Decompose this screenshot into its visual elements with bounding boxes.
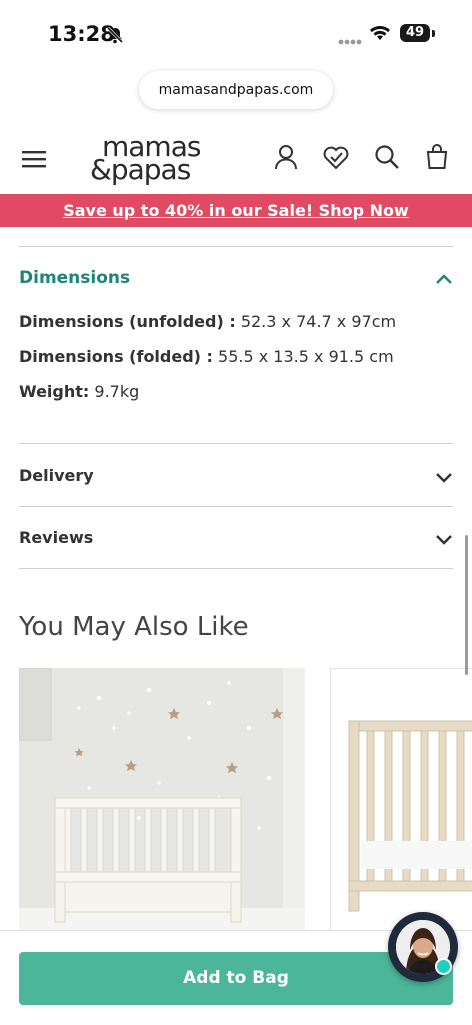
recommendations-heading: You May Also Like xyxy=(19,612,249,642)
product-card-image[interactable] xyxy=(330,668,472,932)
brand-logo[interactable]: mamas &papas xyxy=(90,133,214,186)
spec-value: 52.3 x 74.7 x 97cm xyxy=(235,312,397,331)
add-to-bag-button[interactable]: Add to Bag xyxy=(19,952,453,1005)
spec-value: 9.7kg xyxy=(89,382,140,401)
delivery-accordion[interactable]: Delivery xyxy=(19,466,94,485)
site-header: mamas &papas xyxy=(0,125,472,193)
status-time: 13:28 xyxy=(48,22,115,46)
wifi-icon xyxy=(369,24,391,47)
chevron-down-icon[interactable] xyxy=(435,533,453,551)
signal-icon xyxy=(338,33,362,51)
menu-icon[interactable] xyxy=(22,150,46,173)
divider xyxy=(19,443,453,444)
sale-banner-link[interactable]: Save up to 40% in our Sale! Shop Now xyxy=(0,194,472,227)
logo-line-2: &papas xyxy=(90,153,191,186)
divider xyxy=(19,246,453,247)
product-card-image[interactable] xyxy=(19,668,305,930)
scrollbar[interactable] xyxy=(465,535,468,675)
spec-label: Weight: xyxy=(19,382,90,401)
search-icon[interactable] xyxy=(374,144,400,175)
chevron-down-icon[interactable] xyxy=(435,471,453,489)
divider xyxy=(19,568,453,569)
account-icon[interactable] xyxy=(274,144,298,175)
spec-weight: Weight: 9.7kg xyxy=(19,382,139,401)
bell-slash-icon xyxy=(106,26,124,49)
dimensions-heading[interactable]: Dimensions xyxy=(19,268,130,288)
address-bar[interactable]: mamasandpapas.com xyxy=(139,71,333,109)
spec-label: Dimensions (folded) : xyxy=(19,347,213,366)
spec-folded: Dimensions (folded) : 55.5 x 13.5 x 91.5… xyxy=(19,347,394,366)
battery-icon: 49 xyxy=(400,24,430,42)
online-status-dot xyxy=(435,958,452,975)
status-bar: 13:28 49 xyxy=(0,0,472,64)
chevron-up-icon[interactable] xyxy=(435,272,453,290)
spec-value: 55.5 x 13.5 x 91.5 cm xyxy=(212,347,394,366)
spec-unfolded: Dimensions (unfolded) : 52.3 x 74.7 x 97… xyxy=(19,312,396,331)
wishlist-heart-icon[interactable] xyxy=(322,144,350,175)
bag-icon[interactable] xyxy=(425,144,449,175)
reviews-accordion[interactable]: Reviews xyxy=(19,528,93,547)
divider xyxy=(19,506,453,507)
spec-label: Dimensions (unfolded) : xyxy=(19,312,236,331)
battery-cap xyxy=(432,30,435,37)
